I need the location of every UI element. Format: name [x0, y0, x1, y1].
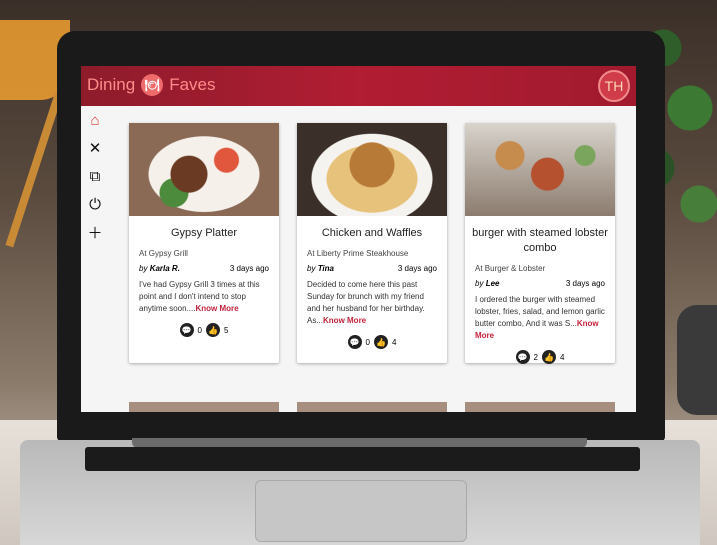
- like-count: 4: [392, 337, 397, 347]
- review-text: I ordered the burger with steamed lobste…: [465, 294, 615, 342]
- brand-text-right: Faves: [169, 75, 216, 94]
- like-count: 4: [560, 352, 565, 362]
- restaurants-icon[interactable]: ✕: [81, 134, 109, 162]
- card-actions: 💬 0 👍 5: [129, 323, 279, 337]
- by-prefix: by: [307, 264, 316, 273]
- partial-card[interactable]: [465, 402, 615, 412]
- comment-count: 0: [365, 337, 370, 347]
- food-image[interactable]: [465, 123, 615, 216]
- food-image[interactable]: [129, 123, 279, 216]
- review-card[interactable]: Gypsy Platter At Gypsy Grill by Karla R.…: [129, 123, 279, 363]
- author-name[interactable]: Karla R.: [150, 264, 180, 273]
- plate-icon: 🍽: [141, 74, 164, 96]
- card-actions: 💬 2 👍 4: [465, 350, 615, 364]
- card-title: burger with steamed lobster combo: [472, 227, 608, 254]
- comment-icon[interactable]: 💬: [179, 323, 194, 337]
- review-card[interactable]: burger with steamed lobster combo At Bur…: [465, 123, 615, 364]
- author-row: by Karla R. 3 days ago: [129, 264, 279, 273]
- author-line: by Karla R.: [139, 264, 180, 273]
- author-name[interactable]: Tina: [318, 264, 334, 273]
- app-screen: Dining 🍽 Faves TH ⌂ ✕ ⧉ ⏻ ＋ Gypsy Platte…: [81, 66, 636, 412]
- review-text: I've had Gypsy Grill 3 times at this poi…: [129, 279, 279, 315]
- food-image[interactable]: [297, 123, 447, 216]
- background-lamp-arm: [5, 92, 63, 248]
- app-header: Dining 🍽 Faves TH: [81, 66, 636, 106]
- like-icon[interactable]: 👍: [374, 335, 388, 349]
- keyboard: [85, 447, 640, 471]
- background-mug: [677, 305, 717, 415]
- comment-icon[interactable]: 💬: [515, 350, 530, 364]
- power-icon[interactable]: ⏻: [81, 190, 109, 218]
- comment-icon[interactable]: 💬: [347, 335, 362, 349]
- timestamp: 3 days ago: [229, 264, 269, 273]
- author-line: by Lee: [475, 279, 499, 288]
- sidebar: ⌂ ✕ ⧉ ⏻ ＋: [81, 106, 109, 412]
- by-prefix: by: [475, 279, 484, 288]
- home-icon[interactable]: ⌂: [81, 106, 109, 134]
- like-icon[interactable]: 👍: [542, 350, 556, 364]
- like-icon[interactable]: 👍: [206, 323, 220, 337]
- know-more-link[interactable]: Know More: [195, 304, 238, 313]
- add-photo-icon[interactable]: ⧉: [81, 162, 109, 190]
- card-title: Chicken and Waffles: [321, 227, 423, 239]
- timestamp: 3 days ago: [565, 279, 605, 288]
- card-actions: 💬 0 👍 4: [297, 335, 447, 349]
- restaurant-name: At Gypsy Grill: [139, 249, 188, 258]
- partial-card[interactable]: [129, 402, 279, 412]
- brand[interactable]: Dining 🍽 Faves: [87, 74, 216, 96]
- review-text: Decided to come here this past Sunday fo…: [297, 279, 447, 327]
- like-count: 5: [224, 325, 229, 335]
- restaurant-name: At Liberty Prime Steakhouse: [307, 249, 409, 258]
- by-prefix: by: [139, 264, 148, 273]
- comment-count: 2: [533, 352, 538, 362]
- avatar[interactable]: TH: [598, 70, 630, 102]
- timestamp: 3 days ago: [397, 264, 437, 273]
- know-more-link[interactable]: Know More: [323, 316, 366, 325]
- comment-count: 0: [197, 325, 202, 335]
- review-card[interactable]: Chicken and Waffles At Liberty Prime Ste…: [297, 123, 447, 363]
- author-row: by Tina 3 days ago: [297, 264, 447, 273]
- restaurant-name: At Burger & Lobster: [475, 264, 546, 273]
- card-title: Gypsy Platter: [170, 227, 238, 239]
- card-grid: Gypsy Platter At Gypsy Grill by Karla R.…: [129, 123, 629, 412]
- add-friend-icon[interactable]: ＋: [81, 218, 109, 246]
- author-line: by Tina: [307, 264, 334, 273]
- brand-text-left: Dining: [87, 75, 136, 94]
- author-row: by Lee 3 days ago: [465, 279, 615, 288]
- touchpad: [255, 480, 467, 542]
- partial-card[interactable]: [297, 402, 447, 412]
- author-name[interactable]: Lee: [486, 279, 500, 288]
